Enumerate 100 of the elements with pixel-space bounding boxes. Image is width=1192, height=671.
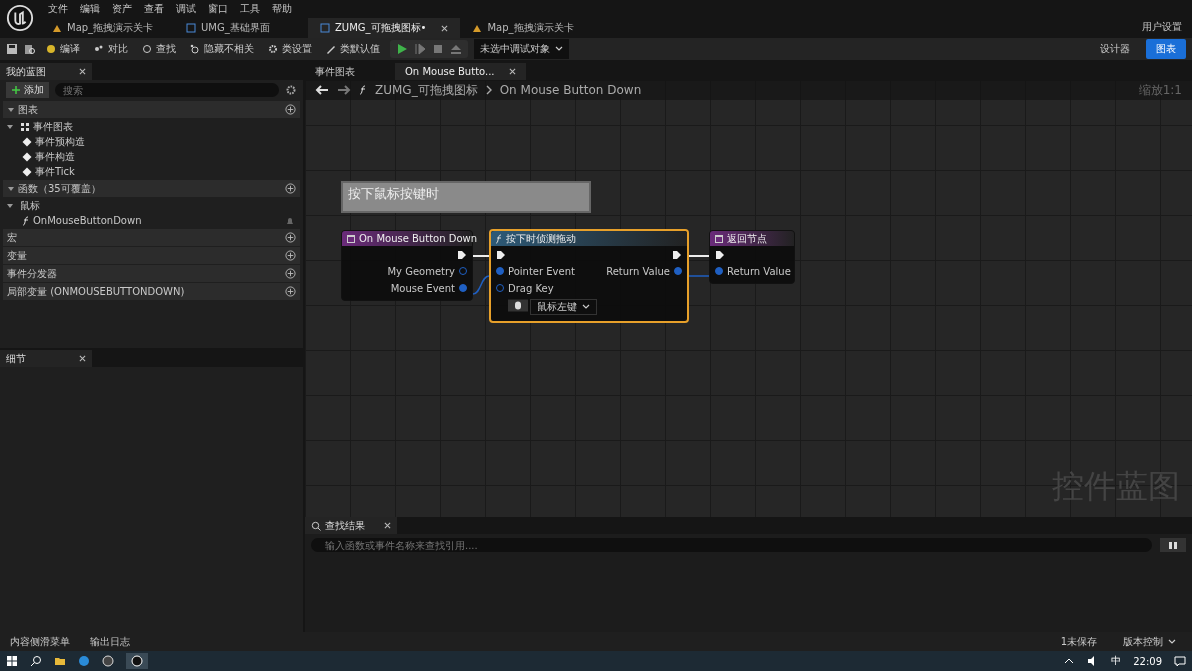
panel-tab[interactable]: 查找结果 bbox=[305, 517, 397, 534]
document-tab[interactable]: Map_拖拽演示关卡 bbox=[40, 18, 174, 38]
section-header[interactable]: 宏 bbox=[7, 230, 17, 245]
exec-pin-icon[interactable] bbox=[457, 250, 467, 260]
menu-item[interactable]: 工具 bbox=[240, 1, 260, 16]
breadcrumb-item[interactable]: On Mouse Button Down bbox=[499, 83, 642, 97]
pin-label: Return Value bbox=[606, 265, 670, 277]
node-title: 按下时侦测拖动 bbox=[506, 231, 576, 246]
menu-item[interactable]: 资产 bbox=[112, 1, 132, 16]
find-button[interactable]: 查找 bbox=[138, 42, 180, 56]
section-header[interactable]: 事件分发器 bbox=[7, 266, 57, 281]
folder-icon[interactable] bbox=[54, 655, 66, 667]
zoom-label: 缩放1:1 bbox=[1138, 81, 1182, 99]
status-item[interactable]: 内容侧滑菜单 bbox=[10, 634, 70, 649]
mode-button[interactable]: 图表 bbox=[1146, 39, 1186, 59]
pin-icon[interactable] bbox=[496, 267, 504, 275]
section-header[interactable]: 变量 bbox=[7, 248, 27, 263]
panel-tab[interactable]: 细节 bbox=[0, 350, 92, 367]
ime-indicator[interactable]: 中 bbox=[1111, 654, 1122, 668]
key-dropdown[interactable]: 鼠标左键 bbox=[530, 299, 597, 315]
binoculars-icon bbox=[1168, 540, 1178, 550]
search-icon[interactable] bbox=[30, 655, 42, 667]
back-arrow-icon[interactable] bbox=[315, 85, 329, 95]
menu-item[interactable]: 调试 bbox=[176, 1, 196, 16]
hide-button[interactable]: 隐藏不相关 bbox=[186, 42, 258, 56]
exec-wire bbox=[688, 255, 710, 257]
search-field[interactable]: 输入函数或事件名称来查找引用.... bbox=[311, 538, 1152, 552]
chevron-right-icon bbox=[485, 85, 492, 95]
menu-item[interactable]: 帮助 bbox=[272, 1, 292, 16]
compile-icon bbox=[46, 44, 56, 54]
chevron-down-icon bbox=[1168, 638, 1176, 645]
event-icon bbox=[22, 151, 32, 162]
settings-icon[interactable] bbox=[285, 84, 297, 96]
graph-node[interactable]: 按下时侦测拖动 Pointer Event Drag Key 鼠标左键 Return Value bbox=[489, 229, 689, 323]
tree-item[interactable]: 事件构造 bbox=[35, 149, 75, 164]
compile-button[interactable]: 编译 bbox=[42, 42, 84, 56]
add-button[interactable]: 添加 bbox=[6, 82, 49, 98]
document-tab[interactable]: Map_拖拽演示关卡 bbox=[460, 18, 595, 38]
add-icon[interactable] bbox=[285, 183, 296, 194]
pin-icon[interactable] bbox=[459, 284, 467, 292]
document-tab[interactable]: UMG_基础界面 bbox=[174, 18, 308, 38]
level-icon bbox=[472, 23, 483, 33]
plus-icon bbox=[11, 85, 21, 95]
settings-button[interactable]: 类设置 bbox=[264, 42, 316, 56]
menu-item[interactable]: 文件 bbox=[48, 1, 68, 16]
pin-icon[interactable] bbox=[674, 267, 682, 275]
chevron-down-icon bbox=[582, 304, 590, 310]
diff-button[interactable]: 对比 bbox=[90, 42, 132, 56]
tree-item[interactable]: OnMouseButtonDown bbox=[33, 215, 142, 226]
step-icon[interactable] bbox=[414, 43, 426, 55]
browse-icon[interactable] bbox=[24, 43, 36, 55]
search-icon bbox=[311, 520, 321, 531]
mode-button[interactable]: 设计器 bbox=[1090, 39, 1140, 59]
tree-item[interactable]: 事件Tick bbox=[35, 164, 75, 179]
unsaved-button[interactable]: 1未保存 bbox=[1060, 634, 1097, 649]
exec-pin-icon[interactable] bbox=[672, 250, 682, 260]
graph-tab[interactable]: On Mouse Butto... bbox=[395, 63, 526, 80]
pin-icon[interactable] bbox=[715, 267, 723, 275]
add-icon[interactable] bbox=[285, 286, 296, 297]
chevron-down-icon bbox=[555, 46, 563, 52]
menu-item[interactable]: 窗口 bbox=[208, 1, 228, 16]
source-control-button[interactable]: 版本控制 bbox=[1117, 633, 1182, 650]
windows-start-icon[interactable] bbox=[6, 655, 18, 667]
binoculars-button[interactable] bbox=[1160, 538, 1186, 552]
search-field[interactable]: 搜索 bbox=[55, 83, 279, 97]
event-icon bbox=[22, 166, 32, 177]
add-icon[interactable] bbox=[285, 268, 296, 279]
level-icon bbox=[52, 23, 62, 33]
tree-item[interactable]: 事件图表 bbox=[33, 119, 73, 134]
play-icon[interactable] bbox=[396, 43, 408, 55]
search-icon bbox=[142, 44, 152, 54]
forward-arrow-icon[interactable] bbox=[337, 85, 351, 95]
exec-pin-icon[interactable] bbox=[715, 250, 725, 260]
panel-tab[interactable]: 我的蓝图 bbox=[0, 63, 92, 80]
add-icon[interactable] bbox=[285, 250, 296, 261]
section-header[interactable]: 图表 bbox=[18, 102, 38, 117]
notification-icon[interactable] bbox=[1174, 655, 1186, 667]
function-icon bbox=[359, 85, 367, 95]
stop-icon[interactable] bbox=[432, 43, 444, 55]
status-item[interactable]: 输出日志 bbox=[90, 634, 130, 649]
graph-node[interactable]: 返回节点 Return Value bbox=[709, 230, 795, 284]
user-settings-link[interactable]: 用户设置 bbox=[1142, 20, 1182, 34]
clock[interactable]: 22:09 bbox=[1133, 655, 1162, 667]
pin-label: Drag Key bbox=[508, 282, 554, 294]
defaults-button[interactable]: 类默认值 bbox=[322, 42, 384, 56]
add-icon[interactable] bbox=[285, 232, 296, 243]
pin-label: Pointer Event bbox=[508, 265, 575, 277]
document-tab[interactable]: ZUMG_可拖拽图标• bbox=[308, 18, 461, 38]
menu-item[interactable]: 编辑 bbox=[80, 1, 100, 16]
diff-icon bbox=[94, 44, 104, 54]
add-icon[interactable] bbox=[285, 104, 296, 115]
tree-item[interactable]: 鼠标 bbox=[20, 198, 40, 213]
graph-tab[interactable]: 事件图表 bbox=[305, 63, 395, 80]
breadcrumb-item[interactable]: ZUMG_可拖拽图标 bbox=[375, 81, 478, 99]
tree-item[interactable]: 事件预构造 bbox=[35, 134, 85, 149]
save-icon[interactable] bbox=[6, 43, 18, 55]
eject-icon[interactable] bbox=[450, 43, 462, 55]
debug-target-dropdown[interactable]: 未选中调试对象 bbox=[474, 39, 569, 59]
exec-pin-icon[interactable] bbox=[496, 250, 506, 260]
menu-item[interactable]: 查看 bbox=[144, 1, 164, 16]
